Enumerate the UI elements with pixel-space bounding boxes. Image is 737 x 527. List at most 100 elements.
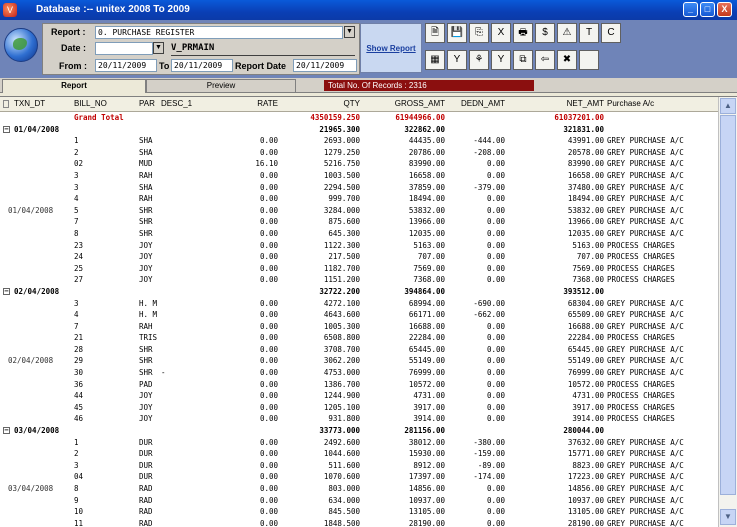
chevron-down-icon[interactable]: ▼ <box>344 26 355 38</box>
blank-icon[interactable] <box>579 50 599 70</box>
tab-report[interactable]: Report <box>2 79 146 93</box>
column-header[interactable]: QTY <box>290 99 360 108</box>
table-row[interactable]: 28 SHR 0.00 3708.700 65445.00 0.00 65445.00 GRE… <box>0 344 718 356</box>
columns-icon[interactable]: C <box>601 23 621 43</box>
table-cell: 1182.700 <box>323 263 360 273</box>
table-row[interactable]: 04 DUR 0.00 1070.600 17397.00 -174.00 17223.00… <box>0 471 718 483</box>
table-cell: 18494.00 <box>567 194 604 204</box>
back-icon[interactable]: ⇦ <box>535 50 555 70</box>
table-row[interactable]: 10 RAD 0.00 845.500 13105.00 0.00 13105.00 GREY… <box>0 506 718 518</box>
table-row[interactable]: 7 SHR 0.00 875.600 13966.00 0.00 13966.00 GREY … <box>0 216 718 228</box>
font-icon[interactable]: T <box>579 23 599 43</box>
table-row[interactable]: 3 RAH 0.00 1003.500 16658.00 0.00 16658.00 GREY… <box>0 170 718 182</box>
group-header-row[interactable]: −02/04/2008 32722.200 394864.00 393512.00 <box>0 286 718 298</box>
table-cell: 14856.00 <box>408 484 445 493</box>
grand-total-row[interactable]: Grand Total 4350159.250 61944966.00 6103720… <box>0 112 718 124</box>
table-cell: 0.00 <box>259 460 278 470</box>
table-row[interactable]: 25 JOY 0.00 1182.700 7569.00 0.00 7569.00 PROCE… <box>0 263 718 275</box>
table-row[interactable]: 4 RAH 0.00 999.700 18494.00 0.00 18494.00 GREY … <box>0 193 718 205</box>
table-row[interactable]: 23 JOY 0.00 1122.300 5163.00 0.00 5163.00 PROCE… <box>0 240 718 252</box>
table-cell: 0.00 <box>259 194 278 204</box>
table-row[interactable]: 02 MUD 16.10 5216.750 83990.00 0.00 83990.00 GR… <box>0 158 718 170</box>
column-header[interactable]: DESC_1 <box>161 99 192 108</box>
table-row[interactable]: 36 PAD 0.00 1386.700 10572.00 0.00 10572.00 PRO… <box>0 379 718 391</box>
table-row[interactable]: 1 DUR 0.00 2492.600 38012.00 -380.00 37632.00 G… <box>0 437 718 449</box>
column-header[interactable]: NET_AMT <box>520 99 604 108</box>
copy-icon[interactable]: ⎘ <box>469 23 489 43</box>
chevron-down-icon[interactable]: ▼ <box>153 42 164 54</box>
report-select[interactable]: 0. PURCHASE REGISTER <box>95 26 343 39</box>
column-header[interactable]: PAR <box>139 99 155 108</box>
table-row[interactable]: 9 RAD 0.00 634.000 10937.00 0.00 10937.00 GREY … <box>0 495 718 507</box>
close-button[interactable]: X <box>717 2 732 17</box>
table-cell: GREY PURCHASE A/C <box>607 449 684 459</box>
column-header[interactable]: BILL_NO <box>74 99 107 108</box>
table-row[interactable]: 21 TRIS 0.00 6508.800 22284.00 0.00 22284.00 PR… <box>0 332 718 344</box>
vertical-scrollbar[interactable]: ▲ ▼ <box>718 97 737 527</box>
table-row[interactable]: 3 SHA 0.00 2294.500 37859.00 -379.00 37480.00 G… <box>0 182 718 194</box>
table-row[interactable]: 11 RAD 0.00 1848.500 28190.00 0.00 28190.00 GRE… <box>0 518 718 527</box>
table-cell: 0.00 <box>259 275 278 285</box>
table-row[interactable]: 03/04/2008 8 RAD 0.00 803.000 14856.00 0.00 148… <box>0 483 718 495</box>
scroll-thumb[interactable] <box>720 115 736 495</box>
report-date-field[interactable]: 20/11/2009 <box>293 59 357 72</box>
tab-preview[interactable]: Preview <box>146 79 296 93</box>
collapse-icon[interactable]: − <box>3 125 10 133</box>
table-row[interactable]: 01/04/2008 5 SHR 0.00 3284.000 53832.00 0.00 53… <box>0 205 718 217</box>
table-cell: 0.00 <box>486 402 505 412</box>
table-row[interactable]: 44 JOY 0.00 1244.900 4731.00 0.00 4731.00 PROCE… <box>0 390 718 402</box>
table-row[interactable]: 2 DUR 0.00 1044.600 15930.00 -159.00 15771.00 G… <box>0 448 718 460</box>
collapse-icon[interactable]: − <box>3 287 10 295</box>
printer-icon[interactable]: 🖶 <box>513 23 533 43</box>
table-row[interactable]: 30 SHR -0.00 4753.000 76999.00 0.00 76999.00 GR… <box>0 367 718 379</box>
table-cell: PROCESS CHARGES <box>607 275 675 285</box>
column-header[interactable]: TXN_DT <box>14 99 45 108</box>
table-row[interactable]: 3 H. M 0.00 4272.100 68994.00 -690.00 68304.00… <box>0 298 718 310</box>
table-row[interactable]: 46 JOY 0.00 931.800 3914.00 0.00 3914.00 PROCES… <box>0 413 718 425</box>
filter-icon[interactable]: Y <box>447 50 467 70</box>
save-icon[interactable]: 💾 <box>447 23 467 43</box>
table-row[interactable]: 1 SHA 0.00 2693.000 44435.00 -444.00 43991.00 G… <box>0 135 718 147</box>
table-cell: 0.00 <box>259 449 278 459</box>
from-date-field[interactable]: 20/11/2009 <box>95 59 157 72</box>
collapse-icon[interactable]: − <box>3 427 10 435</box>
filter-remove-icon[interactable]: Y <box>491 50 511 70</box>
scroll-down-icon[interactable]: ▼ <box>720 509 736 525</box>
table-cell: GREY PURCHASE A/C <box>607 356 684 366</box>
table-cell: 3914.00 <box>572 414 604 424</box>
table-row[interactable]: 24 JOY 0.00 217.500 707.00 0.00 707.00 PROCESS … <box>0 251 718 263</box>
show-report-button[interactable]: Show Report <box>360 23 422 73</box>
print-preview-icon[interactable]: 🗎 <box>425 23 445 43</box>
table-row[interactable]: 8 SHR 0.00 645.300 12035.00 0.00 12035.00 GREY … <box>0 228 718 240</box>
table-cell: GREY PURCHASE A/C <box>607 136 684 146</box>
group-header-row[interactable]: −03/04/2008 33773.000 281156.00 280044.00 <box>0 425 718 437</box>
column-header[interactable]: RATE <box>218 99 278 108</box>
scroll-up-icon[interactable]: ▲ <box>720 98 736 114</box>
column-header[interactable]: GROSS_AMT <box>365 99 445 108</box>
table-row[interactable]: 4 H. M 0.00 4643.600 66171.00 -662.00 65509.00… <box>0 309 718 321</box>
table-row[interactable]: 2 SHA 0.00 1279.250 20786.00 -208.00 20578.00 G… <box>0 147 718 159</box>
group-header-row[interactable]: −01/04/2008 21965.300 322862.00 321831.00 <box>0 124 718 136</box>
sort-icon[interactable]: $ <box>535 23 555 43</box>
table-row[interactable]: 45 JOY 0.00 1205.100 3917.00 0.00 3917.00 PROCE… <box>0 402 718 414</box>
column-header[interactable]: DEDN_AMT <box>445 99 505 108</box>
cancel-icon[interactable]: ✖ <box>557 50 577 70</box>
grid-settings-icon[interactable]: ▦ <box>425 50 445 70</box>
column-header[interactable]: Purchase A/c <box>607 99 654 108</box>
maximize-button[interactable]: □ <box>700 2 715 17</box>
table-cell: 7 <box>74 217 79 227</box>
to-date-field[interactable]: 20/11/2009 <box>171 59 233 72</box>
warning-icon[interactable]: ⚠ <box>557 23 577 43</box>
minimize-button[interactable]: _ <box>683 2 698 17</box>
export-icon[interactable]: ⧉ <box>513 50 533 70</box>
table-cell: SHR <box>139 356 153 366</box>
table-cell: 13966.00 <box>567 217 604 227</box>
table-row[interactable]: 27 JOY 0.00 1151.200 7368.00 0.00 7368.00 PROCE… <box>0 274 718 286</box>
table-row[interactable]: 02/04/2008 29 SHR 0.00 3062.200 55149.00 0.00 5… <box>0 355 718 367</box>
excel-icon[interactable]: X <box>491 23 511 43</box>
table-cell: RAD <box>139 495 153 505</box>
table-row[interactable]: 7 RAH 0.00 1005.300 16688.00 0.00 16688.00 GREY… <box>0 321 718 333</box>
date-select[interactable] <box>95 42 153 55</box>
table-row[interactable]: 3 DUR 0.00 511.600 8912.00 -89.00 8823.00 GREY … <box>0 460 718 472</box>
filter-clear-icon[interactable]: ⚘ <box>469 50 489 70</box>
